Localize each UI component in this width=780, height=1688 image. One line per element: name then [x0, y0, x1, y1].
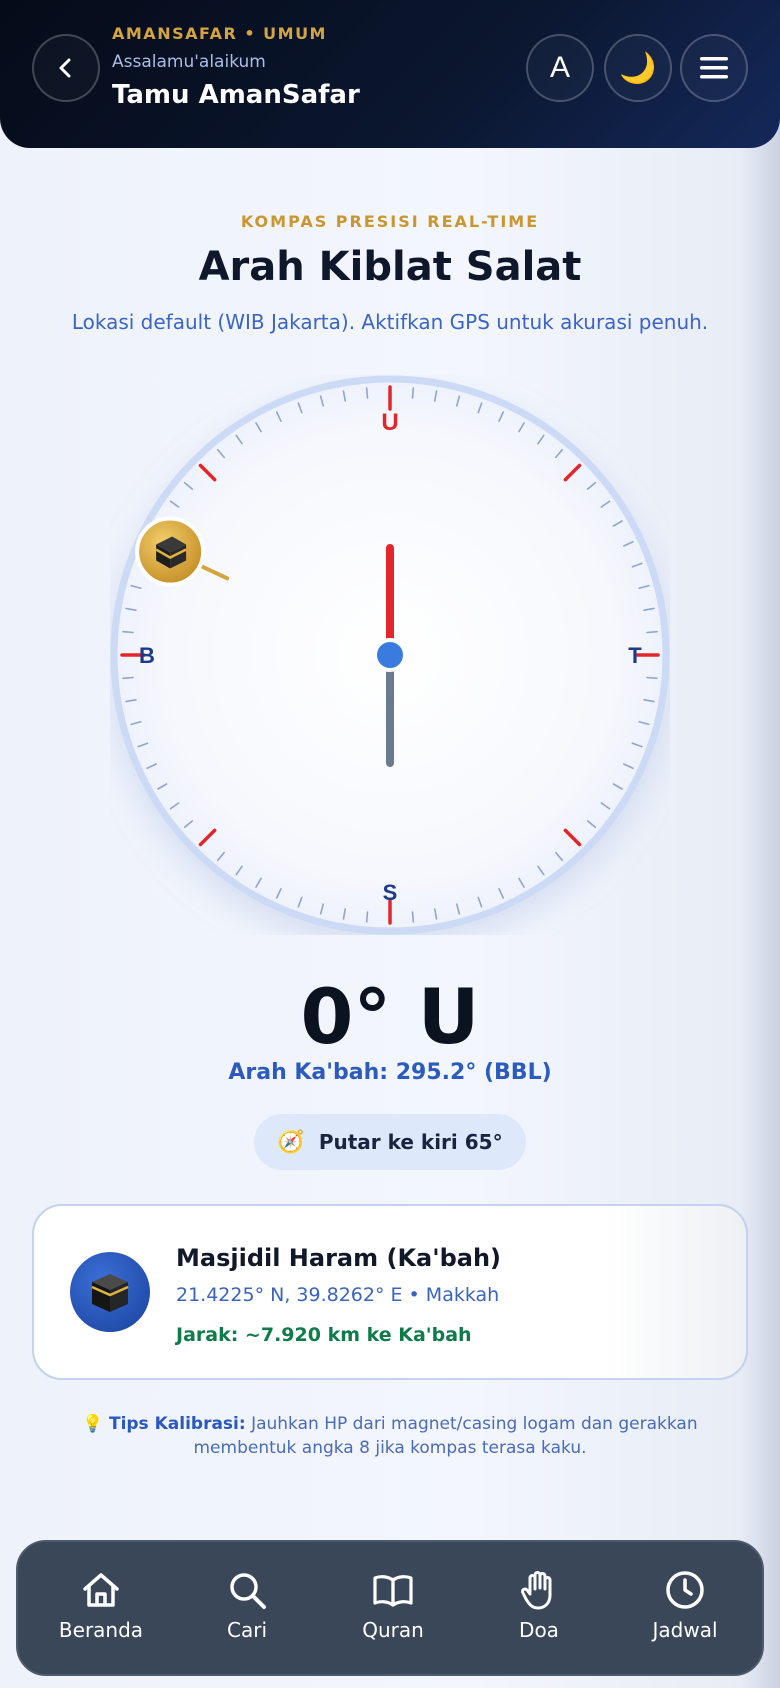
mosque-coordinates: 21.4225° N, 39.8262° E • Makkah	[176, 1284, 500, 1306]
language-button[interactable]: A	[526, 34, 594, 102]
compass-tick	[646, 676, 658, 680]
theme-toggle-button[interactable]: 🌙	[604, 34, 672, 102]
mosque-card[interactable]: Masjidil Haram (Ka'bah) 21.4225° N, 39.8…	[32, 1204, 748, 1380]
compass-tick	[365, 387, 369, 399]
turn-instruction: Putar ke kiri 65°	[318, 1130, 503, 1154]
compass-icon: 🧭	[277, 1129, 305, 1155]
nav-item-doa[interactable]: Doa	[466, 1542, 612, 1678]
nav-label: Cari	[227, 1618, 267, 1642]
cardinal-east: T	[628, 643, 642, 668]
page-title: Arah Kiblat Salat	[198, 244, 582, 290]
kaaba-icon	[91, 1274, 129, 1312]
nav-label: Jadwal	[652, 1618, 718, 1642]
mosque-avatar	[70, 1252, 150, 1332]
mosque-name: Masjidil Haram (Ka'bah)	[176, 1244, 502, 1272]
cardinal-west: B	[139, 643, 155, 668]
location-subtitle: Lokasi default (WIB Jakarta). Aktifkan G…	[71, 310, 709, 334]
book-icon	[373, 1575, 413, 1607]
user-name: Tamu AmanSafar	[112, 80, 360, 110]
tips-text: Jauhkan HP dari magnet/casing logam dan …	[193, 1414, 698, 1458]
nav-item-jadwal[interactable]: Jadwal	[612, 1542, 758, 1678]
nav-item-quran[interactable]: Quran	[320, 1542, 466, 1678]
greeting: Assalamu'alaikum	[112, 52, 266, 72]
moon-icon: 🌙	[619, 50, 657, 86]
section-eyebrow: KOMPAS PRESISI REAL-TIME	[240, 212, 540, 231]
compass-tick	[646, 630, 658, 634]
brand-tag: AMANSAFAR • UMUM	[112, 24, 327, 43]
back-button[interactable]	[32, 34, 100, 102]
cardinal-south: S	[383, 880, 398, 905]
nav-label: Beranda	[58, 1618, 144, 1642]
chevron-left-icon	[59, 58, 71, 78]
nav-label: Doa	[519, 1618, 559, 1642]
home-icon	[83, 1573, 119, 1607]
tips-label: Tips Kalibrasi:	[108, 1414, 246, 1434]
app-header: AMANSAFAR • UMUM Assalamu'alaikum Tamu A…	[0, 0, 780, 148]
nav-label: Quran	[362, 1618, 424, 1642]
compass-tick	[411, 911, 415, 923]
turn-instruction-pill: 🧭 Putar ke kiri 65°	[254, 1114, 526, 1170]
bottom-nav: Beranda Cari Quran Doa Jadwal	[16, 1540, 764, 1676]
compass-tick	[122, 630, 134, 634]
nav-item-cari[interactable]: Cari	[174, 1542, 320, 1678]
lightbulb-icon: 💡	[82, 1414, 104, 1434]
compass-tick	[411, 387, 415, 399]
menu-button[interactable]	[680, 34, 748, 102]
qibla-compass[interactable]: U T S B	[110, 375, 670, 935]
hand-icon	[521, 1571, 552, 1610]
clock-icon	[666, 1571, 704, 1609]
calibration-tips: 💡 Tips Kalibrasi: Jauhkan HP dari magnet…	[48, 1412, 732, 1460]
cardinal-north: U	[381, 409, 398, 436]
needle-hub	[373, 638, 407, 672]
kaaba-direction: Arah Ka'bah: 295.2° (BBL)	[228, 1060, 552, 1085]
compass-tick	[365, 911, 369, 923]
heading-readout: 0° U	[300, 972, 480, 1061]
mosque-distance: Jarak: ~7.920 km ke Ka'bah	[176, 1324, 472, 1346]
nav-item-beranda[interactable]: Beranda	[28, 1542, 174, 1678]
compass-tick	[122, 676, 134, 680]
search-icon	[230, 1573, 266, 1609]
hamburger-icon	[700, 57, 728, 79]
